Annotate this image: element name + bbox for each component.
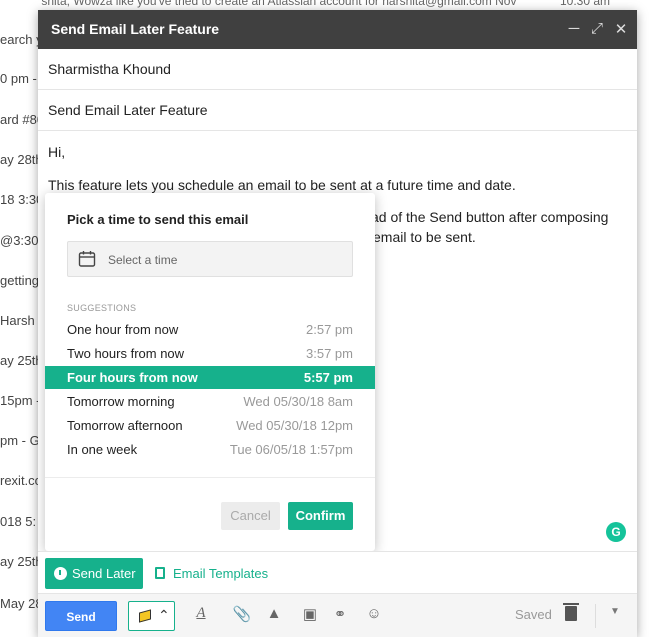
email-templates-label: Email Templates [173,566,269,581]
suggestion-tomorrow-morning[interactable]: Tomorrow morning Wed 05/30/18 8am [45,390,375,413]
bg-row: 0 pm - [0,71,37,86]
suggestion-time: Tue 06/05/18 1:57pm [229,442,353,457]
body-greeting[interactable]: Hi, [48,144,65,160]
suggestion-time: Wed 05/30/18 8am [243,394,353,409]
stack-options-button[interactable]: ⌃ [128,601,175,631]
suggestion-label: Four hours from now [67,370,198,385]
bg-row: pm - G [0,433,40,448]
calendar-icon [78,251,96,267]
camera-icon[interactable]: ▣ [300,605,320,623]
compose-titlebar[interactable]: Send Email Later Feature ─ ⤢ ✕ [38,10,637,49]
suggestion-one-week[interactable]: In one week Tue 06/05/18 1:57pm [45,438,375,461]
suggestions-label: SUGGESTIONS [67,303,137,313]
bg-row: ay 25th [0,554,40,569]
time-picker-field[interactable] [67,241,353,277]
bg-row: Harsh [0,313,35,328]
popup-divider [45,477,375,478]
background-right-edge [637,0,657,637]
bg-row: May 28 [0,596,40,611]
bg-row: ay 28th [0,152,40,167]
background-top-time: 10:30 am [560,0,611,8]
suggestion-four-hours[interactable]: Four hours from now 5:57 pm [45,366,375,389]
send-later-label: Send Later [72,566,136,581]
bg-row: getting [0,273,40,288]
saved-status: Saved [515,607,552,622]
attach-icon[interactable]: 📎 [232,605,252,623]
send-later-button[interactable]: Send Later [45,558,143,589]
chevron-up-icon: ⌃ [158,607,170,623]
suggestion-label: Two hours from now [67,346,185,361]
bg-row: ard #80 [0,112,40,127]
toolbar-divider [595,604,596,628]
link-icon[interactable]: ⚭ [330,605,350,623]
body-line[interactable]: This feature lets you schedule an email … [48,177,516,193]
suggestion-label: Tomorrow afternoon [67,418,183,433]
suggestion-one-hour[interactable]: One hour from now 2:57 pm [45,318,375,341]
bg-row: ay 25th [0,353,40,368]
emoji-icon[interactable]: ☺ [364,605,384,622]
trash-icon[interactable] [563,603,579,621]
time-input[interactable] [108,250,338,270]
body-line-fragment[interactable]: email to be sent. [373,229,476,245]
body-line-fragment[interactable]: ad of the Send button after composing [371,209,608,225]
popup-title: Pick a time to send this email [67,212,249,227]
compose-toolbar: Send ⌃ A 📎 ▲ ▣ ⚭ ☺ Saved ▼ [38,593,637,637]
confirm-button[interactable]: Confirm [288,502,353,530]
bg-row: rexit.co [0,473,40,488]
clock-icon [54,567,67,580]
background-inbox: earch y 0 pm - ard #80 ay 28th 18 3:30 @… [0,0,40,637]
bg-row: 018 5: [0,514,37,529]
more-options-icon[interactable]: ▼ [610,606,620,617]
compose-window: Send Email Later Feature ─ ⤢ ✕ Sharmisth… [38,10,637,637]
send-button[interactable]: Send [45,601,117,631]
background-top-text: Harshita, Wowza like you've tried to cre… [22,0,517,8]
format-text-icon[interactable]: A [191,605,211,622]
bg-row: earch y [0,32,40,47]
suggestion-label: One hour from now [67,322,179,337]
cancel-button[interactable]: Cancel [221,502,280,530]
close-icon[interactable]: ✕ [613,20,629,38]
suggestion-time: Wed 05/30/18 12pm [236,418,353,433]
suggestion-time: 3:57 pm [306,346,353,361]
to-field[interactable]: Sharmistha Khound [38,49,637,90]
compose-title: Send Email Later Feature [51,21,220,37]
suggestion-time: 2:57 pm [306,322,353,337]
send-later-bar: Send Later Email Templates [38,551,637,593]
background-header: Harshita, Wowza like you've tried to cre… [0,0,657,10]
subject-field[interactable]: Send Email Later Feature [38,90,637,131]
bg-row: 15pm - [0,393,40,408]
minimize-icon[interactable]: ─ [566,20,582,37]
bg-row: @3:30p [0,233,40,248]
schedule-popup: Pick a time to send this email SUGGESTIO… [45,193,375,551]
expand-icon[interactable]: ⤢ [589,20,605,37]
grammarly-icon[interactable]: G [606,522,626,542]
document-icon [155,567,165,579]
bg-row: 18 3:30 [0,192,40,207]
suggestion-label: In one week [67,442,138,457]
drive-icon[interactable]: ▲ [264,605,284,622]
suggestion-tomorrow-afternoon[interactable]: Tomorrow afternoon Wed 05/30/18 12pm [45,414,375,437]
subject-text: Send Email Later Feature [48,102,208,118]
suggestion-time: 5:57 pm [303,370,353,385]
email-templates-link[interactable]: Email Templates [155,566,268,581]
suggestion-label: Tomorrow morning [67,394,175,409]
suggestion-two-hours[interactable]: Two hours from now 3:57 pm [45,342,375,365]
stack-icon [139,609,151,623]
recipient-name: Sharmistha Khound [48,61,171,77]
